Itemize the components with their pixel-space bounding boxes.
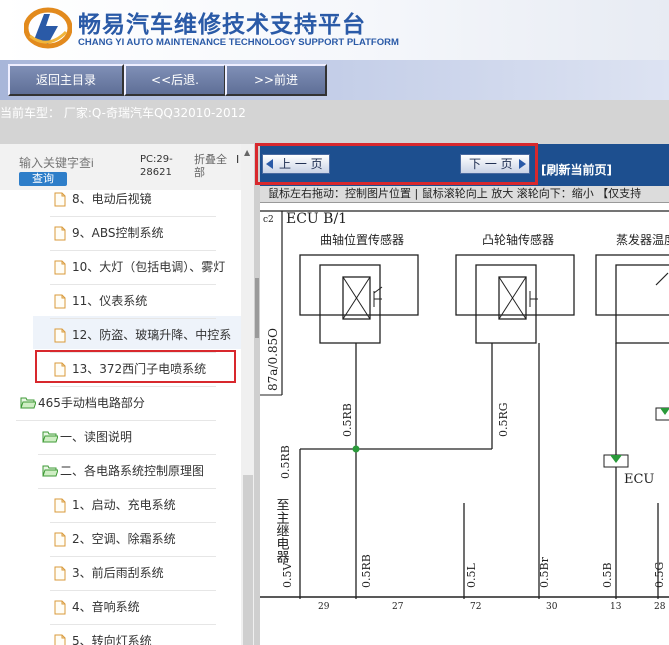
tree-item-label: 5、转向灯系统 <box>72 634 152 645</box>
folder-open-icon <box>42 465 58 477</box>
fold-mark: I <box>236 153 240 166</box>
wire-label-2: 0.5RG <box>497 402 510 437</box>
sensor-3-label: 蒸发器温度 <box>616 232 669 247</box>
wire-label-main: 87a/0.85O <box>266 328 280 391</box>
divider-handle[interactable] <box>255 278 259 338</box>
tree-item-label: 4、音响系统 <box>72 600 140 614</box>
pin-30: 30 <box>546 602 558 612</box>
wiring-diagram[interactable]: c2 ECU B/1 曲轴位置传感器 凸轮轴传感器 蒸发器温度 <box>260 203 669 645</box>
tree-item-label: 9、ABS控制系统 <box>72 226 164 240</box>
diagram-corner-label: c2 <box>263 215 274 225</box>
pin-27: 27 <box>392 602 404 612</box>
search-button[interactable]: 查询 <box>19 172 67 186</box>
wire-label-1: 0.5RB <box>341 403 354 437</box>
pc-label: PC:29-28621 <box>140 154 173 178</box>
junction-dot <box>352 445 360 453</box>
file-icon <box>54 294 66 309</box>
fold-all-link[interactable]: 折叠全部 <box>194 153 234 179</box>
file-icon <box>54 600 66 615</box>
tree-item-label: 465手动档电路部分 <box>38 396 145 410</box>
wire-label-8: 0.5B <box>601 562 614 588</box>
page-nav-outline <box>255 143 538 185</box>
pin-72: 72 <box>470 602 481 612</box>
pin-29: 29 <box>318 602 330 612</box>
current-model: 当前车型： 厂家:Q-奇瑞汽车QQ32010-2012 <box>0 106 246 120</box>
file-icon <box>54 328 66 343</box>
wire-label-7: 0.5Br <box>538 556 551 588</box>
sensor-1-box <box>299 254 419 316</box>
sensor-2-box <box>455 254 575 316</box>
sensor-3-thermistor <box>655 272 669 286</box>
tree-item-label: 12、防盗、玻璃升降、中控系 <box>72 328 232 342</box>
sensor-3-inner <box>615 264 669 344</box>
file-icon <box>54 634 66 645</box>
folder-open-icon <box>20 397 36 409</box>
tree-item[interactable]: 10、大灯（包括电调）、雾灯 <box>0 251 241 284</box>
home-button[interactable]: 返回主目录 <box>8 64 124 96</box>
sensor-2-label: 凸轮轴传感器 <box>482 232 554 247</box>
logo-icon <box>24 7 72 49</box>
brand-subtitle: CHANG YI AUTO MAINTENANCE TECHNOLOGY SUP… <box>78 37 399 48</box>
sensor-1-label: 曲轴位置传感器 <box>320 232 404 247</box>
relay-text: 至主继电器 <box>274 498 290 564</box>
pin-13: 13 <box>610 602 622 612</box>
forward-button[interactable]: >>前进 <box>225 64 327 96</box>
diagram-ecu-title: ECU B/1 <box>286 211 347 227</box>
tree-item[interactable]: 3、前后雨刮系统 <box>0 557 241 590</box>
tree-item-label: 二、各电路系统控制原理图 <box>60 464 205 478</box>
file-icon <box>54 498 66 513</box>
file-icon <box>54 260 66 275</box>
wire-label-6: 0.5L <box>465 563 478 588</box>
tree-item[interactable]: 11、仪表系统 <box>0 285 241 318</box>
sensor-3-box <box>595 254 669 316</box>
refresh-page-link[interactable]: [刷新当前页] <box>541 161 612 178</box>
tree-item-label: 3、前后雨刮系统 <box>72 566 164 580</box>
tree-item-label: 一、读图说明 <box>60 430 133 444</box>
file-icon <box>54 566 66 581</box>
tree-item-label: 10、大灯（包括电调）、雾灯 <box>72 260 226 274</box>
tree-item[interactable]: 8、电动后视镜 <box>0 190 241 216</box>
tree-item[interactable]: 12、防盗、玻璃升降、中控系 <box>0 319 241 352</box>
tree-item[interactable]: 465手动档电路部分 <box>0 387 241 420</box>
tree-item-label: 2、空调、除霜系统 <box>72 532 176 546</box>
file-icon <box>54 532 66 547</box>
wire-label-5: 0.5RB <box>360 554 373 588</box>
back-button[interactable]: <<后退. <box>124 64 226 96</box>
tree-item-label: 8、电动后视镜 <box>72 192 152 206</box>
tree-item[interactable]: 5、转向灯系统 <box>0 625 241 645</box>
wire-label-9: 0.5G <box>653 562 666 588</box>
ecu-small-label: ECU <box>624 472 654 487</box>
tree-item[interactable]: 二、各电路系统控制原理图 <box>0 455 241 488</box>
tree-item[interactable]: 一、读图说明 <box>0 421 241 454</box>
selected-item-outline <box>35 350 236 383</box>
brand-title: 畅易汽车维修技术支持平台 <box>78 12 366 38</box>
file-icon <box>54 192 66 207</box>
tree-item[interactable]: 2、空调、除霜系统 <box>0 523 241 556</box>
scroll-up-icon[interactable]: ▲ <box>244 148 250 157</box>
wiring-diagram-viewport[interactable]: c2 ECU B/1 曲轴位置传感器 凸轮轴传感器 蒸发器温度 <box>260 203 669 645</box>
pin-28: 28 <box>654 602 666 612</box>
tree-item[interactable]: 1、启动、充电系统 <box>0 489 241 522</box>
tree-item[interactable]: 9、ABS控制系统 <box>0 217 241 250</box>
tree-item[interactable]: 4、音响系统 <box>0 591 241 624</box>
sensor-1-collector <box>373 286 383 294</box>
folder-open-icon <box>42 431 58 443</box>
tree-view: 8、电动后视镜 9、ABS控制系统 10、大灯（包括电调）、雾灯 11、仪表系统 12、… <box>0 190 241 645</box>
file-icon <box>54 226 66 241</box>
tree-item-label: 1、启动、充电系统 <box>72 498 176 512</box>
sidebar-scroll-thumb[interactable] <box>243 475 253 645</box>
header: 畅易汽车维修技术支持平台 CHANG YI AUTO MAINTENANCE T… <box>0 0 669 60</box>
search-input[interactable] <box>19 154 131 172</box>
hint-text: 鼠标左右拖动：控制图片位置 | 鼠标滚轮向上 放大 滚轮向下：缩小 【仅支持 <box>268 187 642 200</box>
tree-item-label: 11、仪表系统 <box>72 294 148 308</box>
wire-label-4: 0.5V <box>281 562 294 588</box>
wire-label-3: 0.5RB <box>279 445 292 479</box>
